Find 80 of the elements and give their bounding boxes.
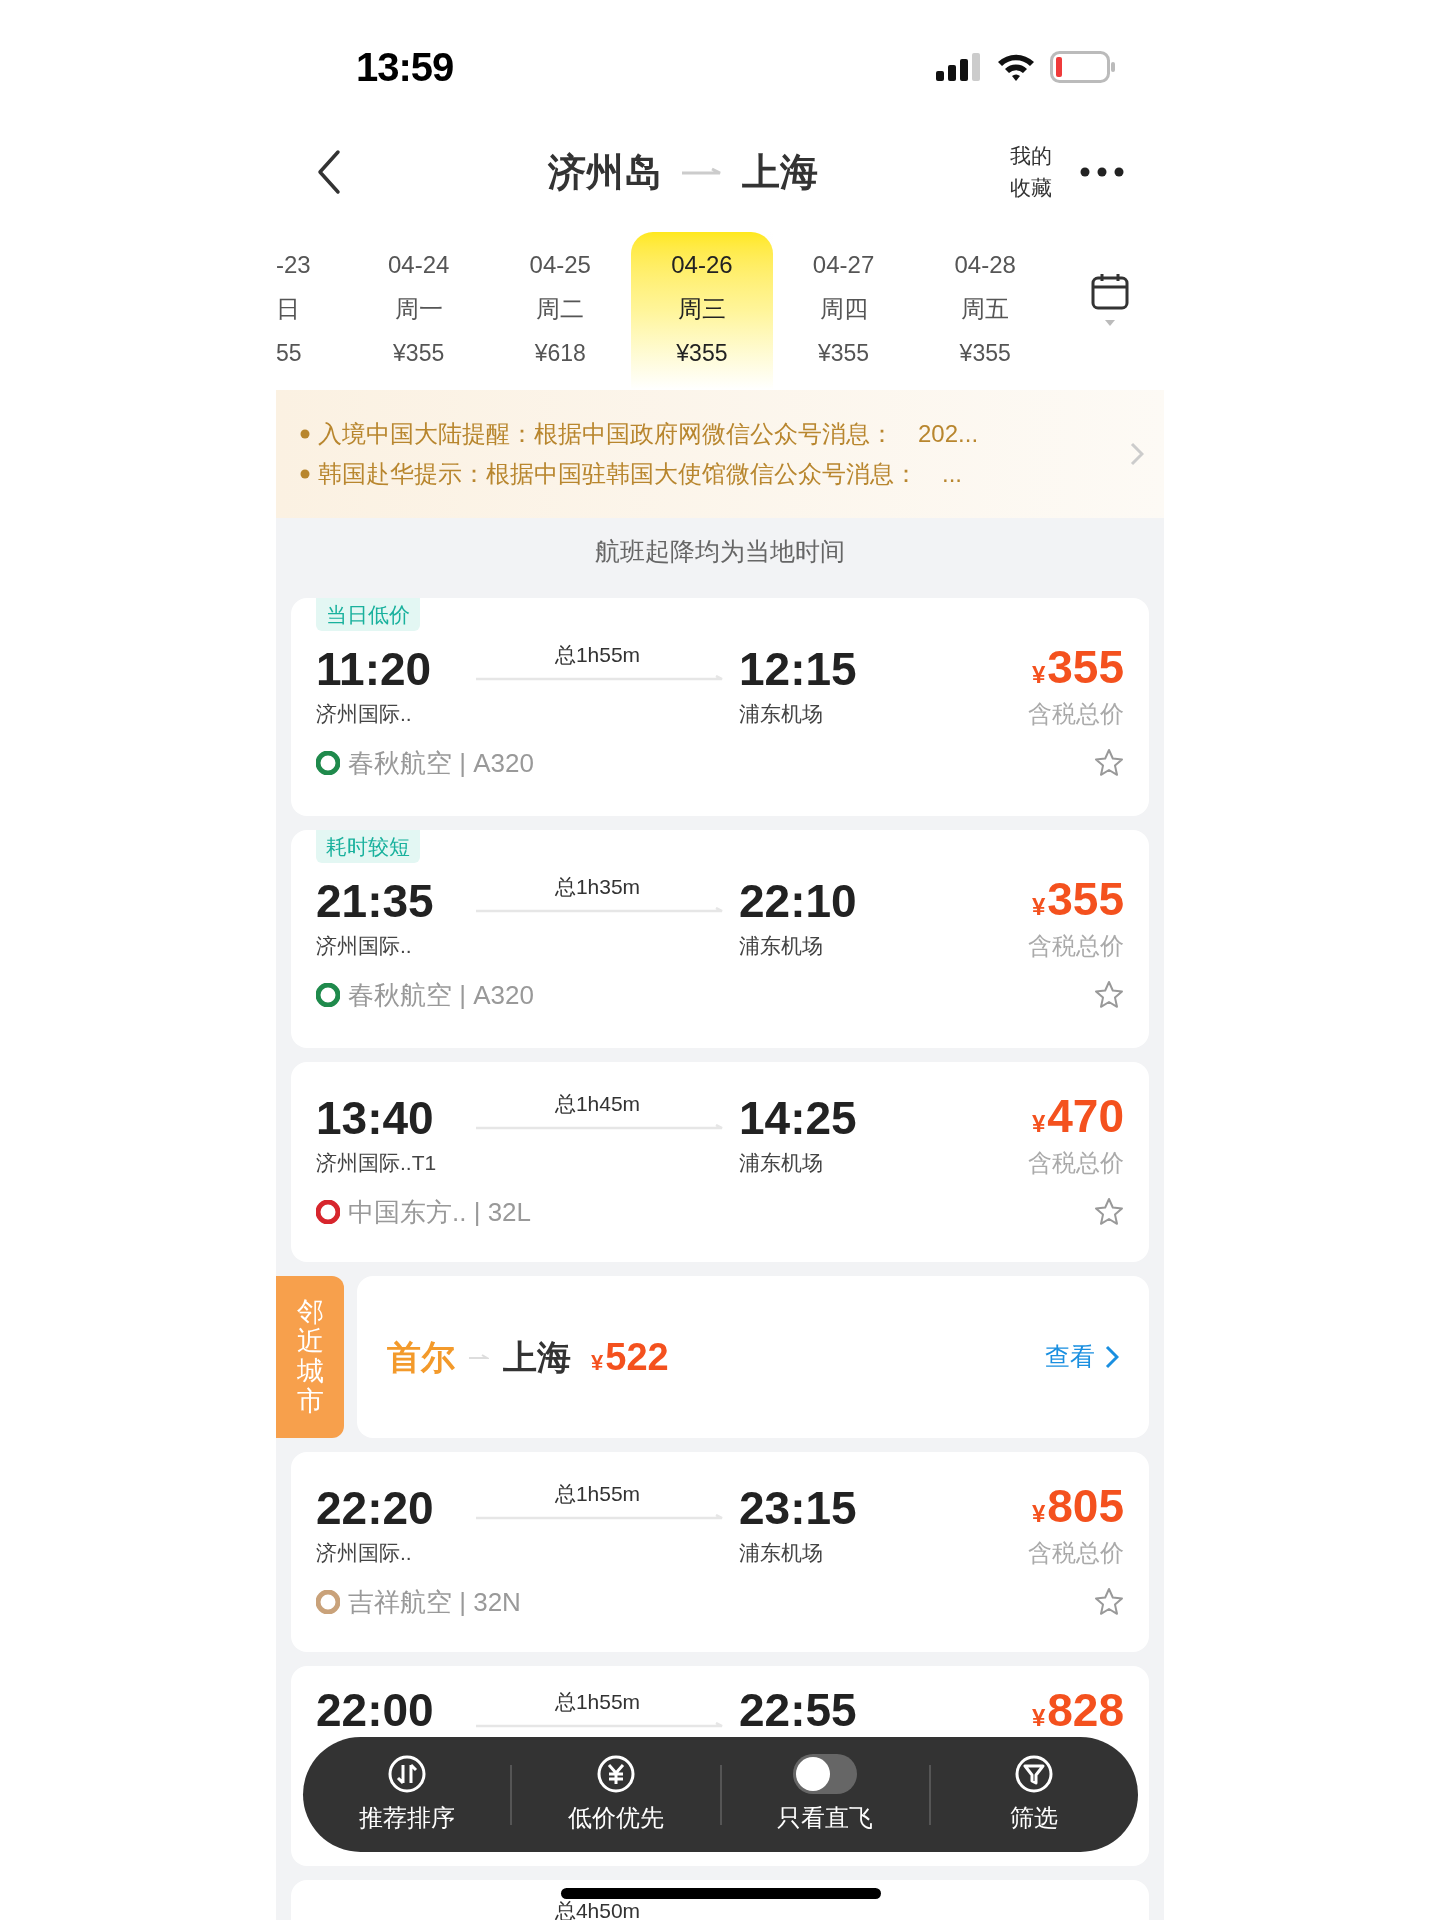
departure-time: 22:20 xyxy=(316,1481,435,1536)
origin-city: 济州岛 xyxy=(548,149,662,195)
price-text: ¥805 xyxy=(1031,1480,1124,1532)
departure-time: 11:20 xyxy=(316,642,433,697)
flight-card[interactable]: 当日低价 11:20 总1h55m 12:15 ¥355 济州国际.. 浦东机场 含税总价 春秋航空 | A320 xyxy=(291,598,1149,816)
price-label: 含税总价 xyxy=(1028,1538,1124,1568)
arrival-time: 14:25 xyxy=(739,1091,857,1146)
price-text: ¥828 xyxy=(1031,1688,1124,1736)
arrival-airport: 浦东机场 xyxy=(739,1540,823,1567)
arrival-time: 22:55 xyxy=(739,1688,857,1732)
chevron-right-icon xyxy=(1105,1345,1119,1369)
price-label: 含税总价 xyxy=(1028,931,1124,961)
destination-city: 上海 xyxy=(503,1336,571,1378)
filter-icon xyxy=(1014,1753,1055,1794)
nearby-city-label: 邻近城市 xyxy=(276,1276,344,1438)
departure-airport: 济州国际..T1 xyxy=(316,1150,438,1177)
price-text: ¥522 xyxy=(591,1335,669,1379)
route-line-icon xyxy=(476,1514,724,1520)
star-icon[interactable] xyxy=(1094,1197,1124,1227)
price-text: ¥470 xyxy=(1031,1090,1124,1142)
origin-city: 首尔 xyxy=(387,1336,455,1378)
sort-button[interactable]: 低价优先 xyxy=(512,1753,720,1836)
departure-time: 21:35 xyxy=(316,874,435,929)
toggle-switch[interactable] xyxy=(793,1753,858,1794)
flight-duration: 总1h55m xyxy=(554,1481,641,1507)
airline-name: 吉祥航空 | 32N xyxy=(348,1585,521,1619)
yuan-icon xyxy=(595,1753,636,1794)
departure-time: 13:40 xyxy=(316,1091,435,1146)
departure-airport: 济州国际.. xyxy=(316,933,413,960)
flight-duration: 总1h45m xyxy=(554,1091,641,1117)
destination-city: 上海 xyxy=(742,149,818,195)
arrival-airport: 浦东机场 xyxy=(739,701,823,728)
arrival-time: 23:15 xyxy=(739,1481,857,1536)
direct-only-toggle[interactable]: 只看直飞 xyxy=(721,1753,929,1836)
star-icon[interactable] xyxy=(1094,748,1124,778)
flight-card[interactable]: 13:40 总1h45m 14:25 ¥470 济州国际..T1 浦东机场 含税总价 中国东方.. | 32L xyxy=(291,1062,1149,1262)
price-label: 含税总价 xyxy=(1028,699,1124,729)
airline-name: 春秋航空 | A320 xyxy=(348,978,534,1012)
more-icon xyxy=(1080,167,1124,177)
price-text: ¥355 xyxy=(1031,641,1124,693)
signal-icon xyxy=(936,53,982,81)
arrival-airport: 浦东机场 xyxy=(739,933,823,960)
flight-duration: 总1h55m xyxy=(554,642,641,668)
flight-duration: 总1h55m xyxy=(554,1689,641,1715)
route-line-icon xyxy=(476,675,724,681)
departure-airport: 济州国际.. xyxy=(316,1540,413,1567)
date-tab[interactable]: 04-26 周三 ¥355 xyxy=(631,232,773,390)
back-icon xyxy=(316,149,342,195)
sort-button[interactable]: 筛选 xyxy=(930,1753,1138,1836)
arrival-time: 12:15 xyxy=(739,642,857,697)
route-line-icon xyxy=(476,1722,724,1728)
battery-icon xyxy=(1050,51,1116,83)
flight-tag: 当日低价 xyxy=(316,598,420,631)
arrival-airport: 浦东机场 xyxy=(739,1150,823,1177)
bullet-icon xyxy=(300,469,310,479)
flight-duration: 总1h35m xyxy=(554,874,641,900)
route-line-icon xyxy=(476,907,724,913)
sort-icon xyxy=(386,1753,427,1794)
route-line-icon xyxy=(476,1124,724,1130)
flight-duration: 总4h50m xyxy=(554,1900,641,1920)
clock-time: 13:59 xyxy=(356,44,454,91)
star-icon[interactable] xyxy=(1094,1587,1124,1617)
chevron-right-icon[interactable] xyxy=(1130,442,1144,466)
bullet-icon xyxy=(300,429,310,439)
star-icon[interactable] xyxy=(1094,980,1124,1010)
price-label: 含税总价 xyxy=(1028,1148,1124,1178)
time-note: 航班起降均为当地时间 xyxy=(594,536,846,568)
flight-card[interactable]: 22:20 总1h55m 23:15 ¥805 济州国际.. 浦东机场 含税总价 吉祥航空 | 32N xyxy=(291,1452,1149,1652)
price-text: ¥355 xyxy=(1031,873,1124,925)
airline-name: 春秋航空 | A320 xyxy=(348,746,534,780)
airline-name: 中国东方.. | 32L xyxy=(348,1195,532,1229)
flight-tag: 耗时较短 xyxy=(316,830,420,863)
departure-time: 22:00 xyxy=(316,1688,435,1732)
nearby-route-card[interactable]: 首尔 上海 ¥522 查看 xyxy=(357,1276,1149,1438)
departure-airport: 济州国际.. xyxy=(316,701,413,728)
flight-card[interactable]: 耗时较短 21:35 总1h35m 22:10 ¥355 济州国际.. 浦东机场 含税总价 春秋航空 | A320 xyxy=(291,830,1149,1048)
wifi-icon xyxy=(996,52,1036,82)
sort-button[interactable]: 推荐排序 xyxy=(303,1753,511,1836)
arrival-time: 22:10 xyxy=(739,874,857,929)
favorites-button[interactable]: 我的收藏 xyxy=(1010,140,1060,204)
